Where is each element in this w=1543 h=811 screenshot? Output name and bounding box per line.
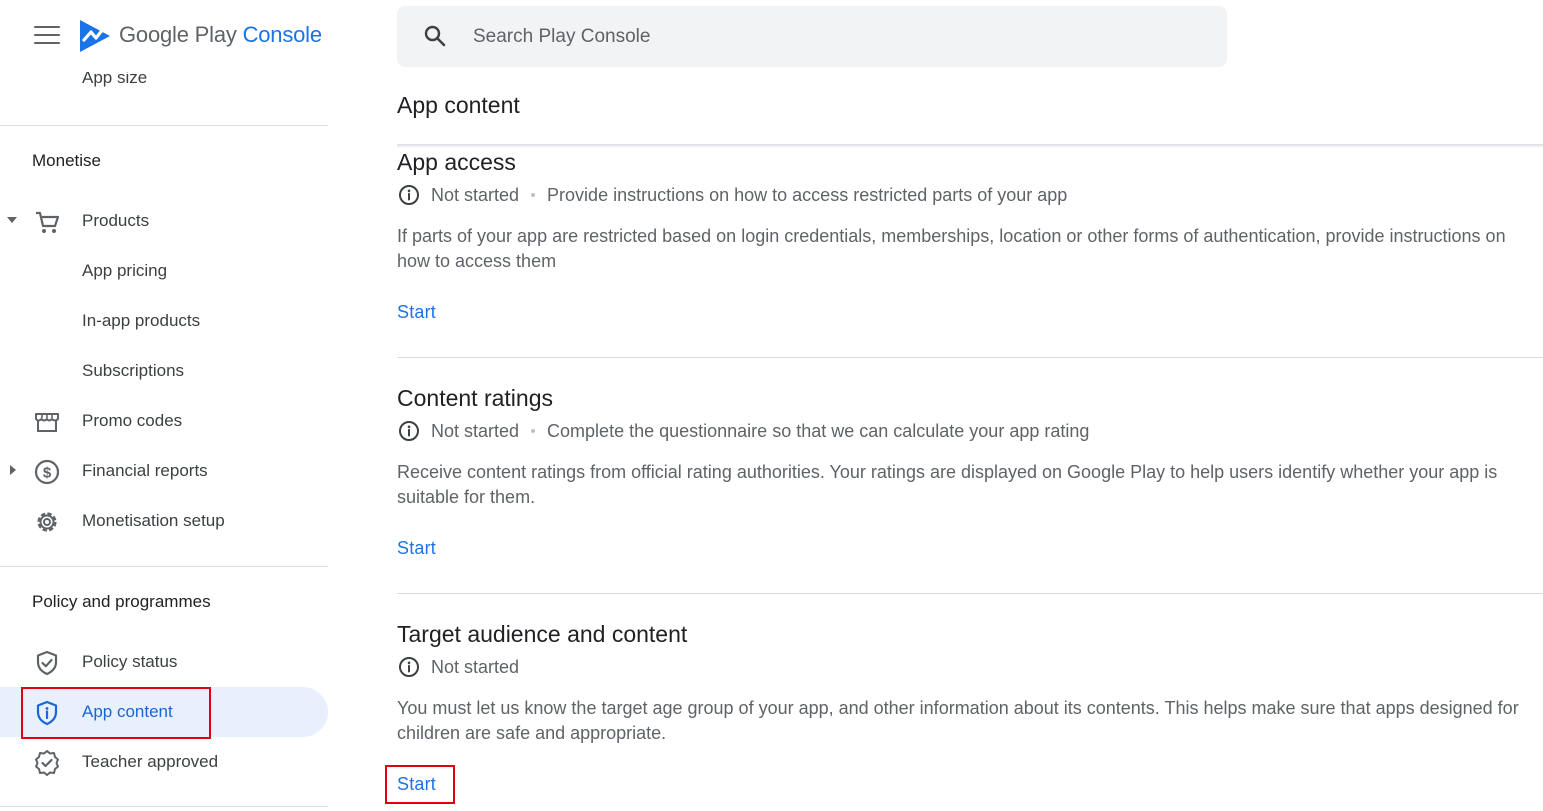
status-text: Not started <box>431 656 520 677</box>
play-console-logo-icon <box>80 20 110 52</box>
section-divider <box>397 357 1543 358</box>
sidebar-item-app-pricing[interactable]: App pricing <box>0 246 328 296</box>
sidebar-item-in-app-products[interactable]: In-app products <box>0 296 328 346</box>
status-line: Not started Provide instructions on how … <box>397 183 1067 207</box>
search-bar[interactable] <box>397 6 1227 67</box>
status-text: Not started <box>431 420 520 441</box>
sidebar-item-label: Financial reports <box>82 461 208 480</box>
sidebar-item-label: App pricing <box>82 261 168 280</box>
page-title: App content <box>397 92 520 118</box>
status-summary: Provide instructions on how to access re… <box>547 184 1068 205</box>
start-button-content-ratings[interactable]: Start <box>397 538 436 559</box>
sidebar-divider <box>0 125 328 126</box>
sidebar-item-label: Monetisation setup <box>82 511 225 530</box>
sidebar-item-label: Promo codes <box>82 411 183 430</box>
section-title-app-access: App access <box>397 149 516 175</box>
start-button-app-access[interactable]: Start <box>397 302 436 323</box>
section-description: If parts of your app are restricted base… <box>397 226 1506 271</box>
status-line: Not started <box>397 655 519 679</box>
svg-text:$: $ <box>43 465 52 482</box>
info-icon <box>399 657 419 677</box>
section-title-target-audience: Target audience and content <box>397 621 688 647</box>
store-icon <box>35 413 59 432</box>
sidebar-item-policy-status[interactable]: Policy status <box>0 637 328 687</box>
start-button-target-audience[interactable]: Start <box>397 774 436 795</box>
shield-info-icon <box>36 700 58 726</box>
cart-icon <box>36 211 60 233</box>
status-summary: Complete the questionnaire so that we ca… <box>547 420 1090 441</box>
separator-dot <box>531 193 536 197</box>
menu-icon[interactable] <box>34 26 60 46</box>
info-icon <box>399 185 419 205</box>
separator-dot <box>531 429 536 433</box>
brand-header: Google Play Console <box>0 0 328 72</box>
sidebar-section-monetise: Monetise <box>32 151 101 170</box>
sidebar-item-promo-codes[interactable]: Promo codes <box>0 396 328 446</box>
caret-right-icon[interactable] <box>6 464 18 476</box>
sidebar-item-label: Teacher approved <box>82 752 219 771</box>
section-description: Receive content ratings from official ra… <box>397 462 1498 507</box>
sidebar-item-label: App content <box>82 702 173 721</box>
sidebar-item-products[interactable]: Products <box>0 196 328 246</box>
sidebar-item-label: Products <box>82 211 150 230</box>
sidebar: App size Google Play Console Monetise Pr… <box>0 0 328 811</box>
title-divider-shadow <box>397 144 1543 148</box>
gear-icon <box>37 512 57 532</box>
search-input[interactable] <box>473 6 1193 67</box>
status-text: Not started <box>431 184 520 205</box>
sidebar-divider <box>0 806 328 807</box>
brand-title: Google Play Console <box>119 22 322 47</box>
sidebar-item-label: In-app products <box>82 311 201 330</box>
shield-check-icon <box>36 650 58 676</box>
sidebar-item-financial-reports[interactable]: $ Financial reports <box>0 446 328 496</box>
sidebar-item-app-content[interactable]: App content <box>0 687 328 737</box>
status-line: Not started Complete the questionnaire s… <box>397 419 1089 443</box>
search-icon <box>424 25 446 47</box>
sidebar-item-label: Subscriptions <box>82 361 185 380</box>
section-divider <box>397 593 1543 594</box>
sidebar-item-monetisation-setup[interactable]: Monetisation setup <box>0 496 328 546</box>
dollar-icon: $ <box>34 459 60 485</box>
badge-check-icon <box>35 750 59 776</box>
sidebar-divider <box>0 566 328 567</box>
caret-down-icon[interactable] <box>6 214 18 226</box>
sidebar-section-policy: Policy and programmes <box>32 592 211 611</box>
sidebar-item-teacher-approved[interactable]: Teacher approved <box>0 737 328 787</box>
sidebar-item-label: Policy status <box>82 652 178 671</box>
info-icon <box>399 421 419 441</box>
sidebar-item-subscriptions[interactable]: Subscriptions <box>0 346 328 396</box>
section-title-content-ratings: Content ratings <box>397 385 553 411</box>
section-description: You must let us know the target age grou… <box>397 698 1519 743</box>
